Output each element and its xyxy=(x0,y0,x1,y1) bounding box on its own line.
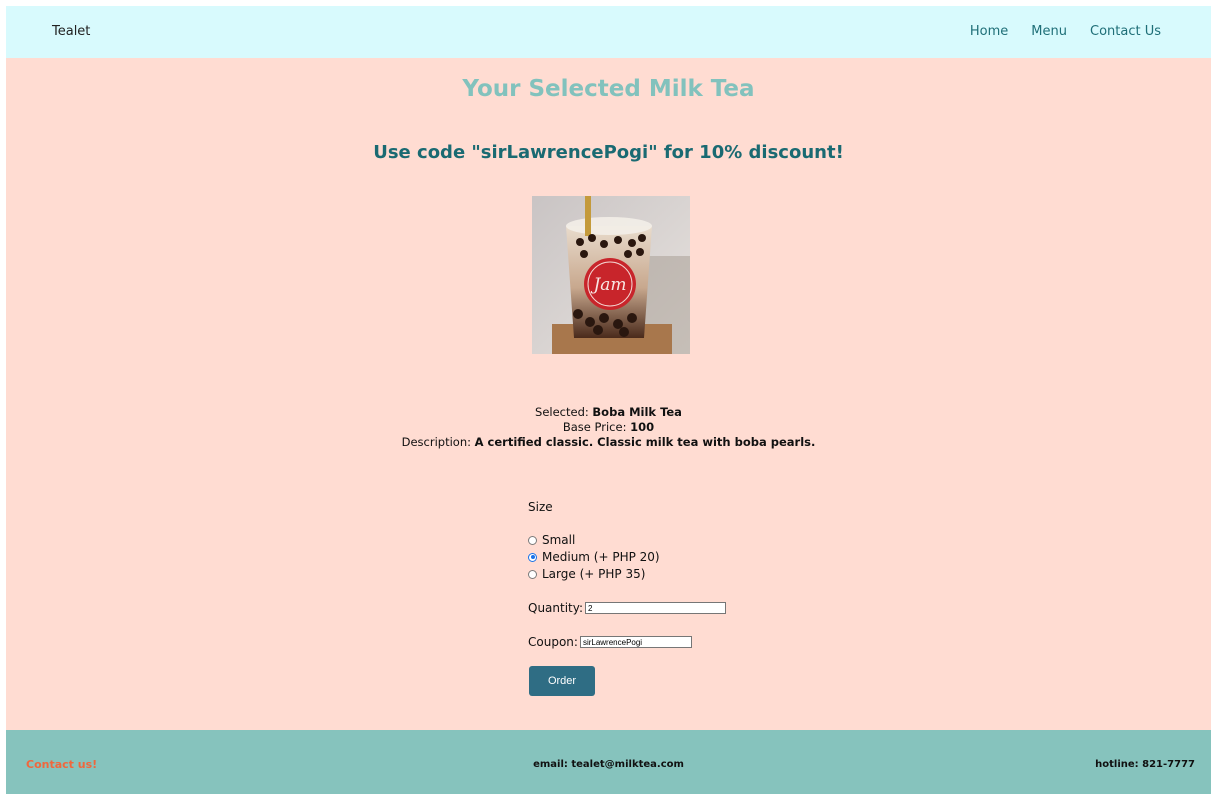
svg-text:Jam: Jam xyxy=(590,275,626,295)
selected-label: Selected: xyxy=(535,405,593,419)
order-button[interactable]: Order xyxy=(529,666,595,696)
footer-email: email: tealet@milktea.com xyxy=(533,759,684,770)
quantity-row: Quantity: xyxy=(528,601,727,615)
size-option-small[interactable]: Small xyxy=(528,533,575,547)
quantity-label: Quantity: xyxy=(528,601,584,615)
footer-hotline: hotline: 821-7777 xyxy=(1095,759,1195,770)
selected-line: Selected: Boba Milk Tea xyxy=(6,405,1211,420)
size-small-radio[interactable] xyxy=(528,535,537,545)
base-price-label: Base Price: xyxy=(562,420,631,434)
product-image: Jam xyxy=(532,196,690,354)
footer: Contact us! email: tealet@milktea.com ho… xyxy=(6,730,1211,794)
nav-links: Home Menu Contact Us xyxy=(970,24,1161,39)
base-price-value: 100 xyxy=(630,420,655,434)
selected-value: Boba Milk Tea xyxy=(592,405,682,419)
navbar: Tealet Home Menu Contact Us xyxy=(6,6,1211,58)
size-option-medium[interactable]: Medium (+ PHP 20) xyxy=(528,550,660,564)
base-price-line: Base Price: 100 xyxy=(6,420,1211,435)
page-title: Your Selected Milk Tea xyxy=(462,76,755,102)
coupon-row: Coupon: xyxy=(528,635,692,649)
size-label: Size xyxy=(528,500,553,514)
brand-logo[interactable]: Tealet xyxy=(52,24,90,39)
size-large-radio[interactable] xyxy=(528,569,537,579)
promo-banner: Use code "sirLawrencePogi" for 10% disco… xyxy=(373,142,844,163)
nav-home-link[interactable]: Home xyxy=(970,24,1008,39)
nav-contact-link[interactable]: Contact Us xyxy=(1090,24,1161,39)
size-medium-radio[interactable] xyxy=(528,552,537,562)
size-option-large[interactable]: Large (+ PHP 35) xyxy=(528,567,645,581)
page-frame: Tealet Home Menu Contact Us Your Selecte… xyxy=(6,6,1211,794)
size-medium-label: Medium (+ PHP 20) xyxy=(542,550,660,564)
coupon-input[interactable] xyxy=(579,636,692,648)
description-value: A certified classic. Classic milk tea wi… xyxy=(474,435,816,449)
description-line: Description: A certified classic. Classi… xyxy=(6,435,1211,450)
boba-milk-tea-illustration: Jam xyxy=(532,196,690,354)
description-label: Description: xyxy=(401,435,475,449)
size-large-label: Large (+ PHP 35) xyxy=(542,567,646,581)
nav-menu-link[interactable]: Menu xyxy=(1031,24,1067,39)
product-details: Selected: Boba Milk Tea Base Price: 100 … xyxy=(6,405,1211,450)
coupon-label: Coupon: xyxy=(528,635,578,649)
size-small-label: Small xyxy=(542,533,576,547)
quantity-input[interactable] xyxy=(585,602,727,614)
